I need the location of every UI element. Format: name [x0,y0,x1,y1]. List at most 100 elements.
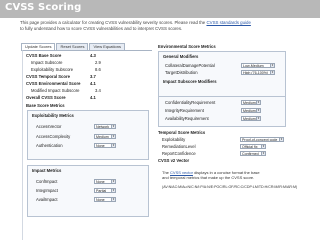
metric-label: ReportConfidence [162,151,196,156]
metric-label: TargetDistribution [165,70,198,75]
chevron-down-icon: ▾ [111,179,115,183]
cvss-calculator-screenshot: This page provides a calculator for crea… [20,20,312,240]
selected-value: Low-Medium [243,64,264,68]
access-vector-select[interactable]: Network ▾ [94,124,116,129]
score-value: 2.9 [95,60,101,65]
intro-text: This page provides a calculator for crea… [20,20,312,31]
integ-impact-select[interactable]: Partial ▾ [94,188,116,193]
score-label: Modified Impact Subscore [31,88,80,93]
impact-modifiers-box: ConfidentialityRequirement Medium ▾ Integ… [158,97,286,127]
score-label: CVSS Base Score [26,53,62,58]
score-row: Overall CVSS Score 4.1 [26,95,96,101]
metric-label: AccessVector [36,124,62,129]
score-value: 3.4 [95,88,101,93]
standards-guide-link[interactable]: CVSS standards guide [206,20,250,25]
access-complexity-select[interactable]: Medium ▾ [94,134,116,139]
vector-title: CVSS v2 Vector [158,158,190,163]
vector-description-line-2: and temporal metrics that make up the CV… [162,175,255,180]
score-value: 4.3 [90,53,96,58]
chevron-down-icon: ▾ [261,144,265,148]
exploitability-metrics-box: Exploitability Metrics AccessVector Netw… [27,110,149,160]
selected-value: High (76-100%) [243,71,269,75]
selected-value: Medium [243,101,256,105]
chevron-down-icon: ▾ [256,108,260,112]
cvss-vector-string: (AV:N/AC:M/Au:N/C:N/I:P/A:N/E:POC/RL:OF/… [162,185,298,189]
score-row: CVSS Base Score 4.3 [26,53,96,59]
selected-value: None [96,144,105,148]
authentication-select[interactable]: None ▾ [94,143,116,148]
selected-value: Confirmed [242,152,259,156]
selected-value: Medium [243,109,256,113]
conf-impact-select[interactable]: None ▾ [94,179,116,184]
chevron-down-icon: ▾ [111,143,115,147]
metric-label: Exploitability [162,137,186,142]
remediation-level-select[interactable]: Official fix ▾ [240,144,266,149]
score-row: CVSS Environmental Score 4.1 [26,81,96,87]
selected-value: Partial [96,189,107,193]
selected-value: Medium [243,117,256,121]
score-row: Impact Subscore 2.9 [31,60,101,66]
general-modifiers-title: General Modifiers [163,54,199,59]
chevron-down-icon: ▾ [111,197,115,201]
chevron-down-icon: ▾ [111,134,115,138]
temporal-title: Temporal Score Metrics [158,130,206,135]
selected-value: None [96,198,105,202]
metric-label: ConfImpact [36,179,58,184]
report-confidence-select[interactable]: Confirmed ▾ [240,151,266,156]
score-value: 3.7 [90,74,96,79]
metric-label: IntegrityRequirement [165,108,204,113]
score-label: CVSS Environmental Score [26,81,81,86]
exploitability-title: Exploitability Metrics [32,113,74,118]
selected-value: Medium [96,135,109,139]
chevron-down-icon: ▾ [270,70,274,74]
selected-value: Official fix [242,145,258,149]
chevron-down-icon: ▾ [111,188,115,192]
metric-label: ConfidentialityRequirement [165,100,216,105]
score-value: 8.6 [95,67,101,72]
integrity-req-select[interactable]: Medium ▾ [241,108,261,113]
metric-label: RemediationLevel [162,144,196,149]
slide-title: CVSS Scoring [5,2,82,13]
confidentiality-req-select[interactable]: Medium ▾ [241,100,261,105]
collateral-damage-select[interactable]: Low-Medium ▾ [241,63,275,68]
selected-value: Proof-of-concept code [242,138,278,142]
availability-req-select[interactable]: Medium ▾ [241,116,261,121]
score-label: Overall CVSS Score [26,95,66,100]
intro-line-1-text: This page provides a calculator for crea… [20,20,206,25]
exploitability-select[interactable]: Proof-of-concept code ▾ [240,137,284,142]
chevron-down-icon: ▾ [270,63,274,67]
base-metrics-title: Base Score Metrics [26,103,65,108]
chevron-down-icon: ▾ [256,100,260,104]
intro-line-2: to fully understand how to score CVSS vu… [20,25,183,31]
metric-label: CollateralDamagePotential [165,63,215,68]
metric-label: AvailImpact [36,197,58,202]
metric-label: AvailabilityRequirement [165,116,209,121]
chevron-down-icon: ▾ [279,137,283,141]
slide-title-banner: CVSS Scoring [0,0,320,18]
score-value: 4.1 [90,81,96,86]
selected-value: Network [96,125,110,129]
general-modifiers-box: General Modifiers CollateralDamagePotent… [158,51,286,97]
metric-label: AccessComplexity [36,134,71,139]
selected-value: None [96,180,105,184]
chevron-down-icon: ▾ [111,124,115,128]
impact-modifiers-title: Impact Subscore Modifiers [163,79,217,84]
scores-panel: CVSS Base Score 4.3 Impact Subscore 2.9 … [22,50,152,240]
metric-label: IntegImpact [36,188,58,193]
impact-metrics-title: Impact Metrics [32,168,62,173]
score-value: 4.1 [90,95,96,100]
score-row: CVSS Temporal Score 3.7 [26,74,96,80]
score-row: Modified Impact Subscore 3.4 [31,88,101,94]
chevron-down-icon: ▾ [256,116,260,120]
score-row: Exploitability Subscore 8.6 [31,67,101,73]
target-distribution-select[interactable]: High (76-100%) ▾ [241,70,275,75]
environmental-title: Environmental Score Metrics [158,44,216,49]
score-label: Exploitability Subscore [31,67,74,72]
modifiers-panel: Environmental Score Metrics General Modi… [156,44,297,240]
avail-impact-select[interactable]: None ▾ [94,197,116,202]
impact-metrics-box: Impact Metrics ConfImpact None ▾ IntegImp… [27,165,149,217]
score-label: Impact Subscore [31,60,63,65]
metric-label: Authentication [36,143,63,148]
chevron-down-icon: ▾ [261,151,265,155]
score-label: CVSS Temporal Score [26,74,70,79]
